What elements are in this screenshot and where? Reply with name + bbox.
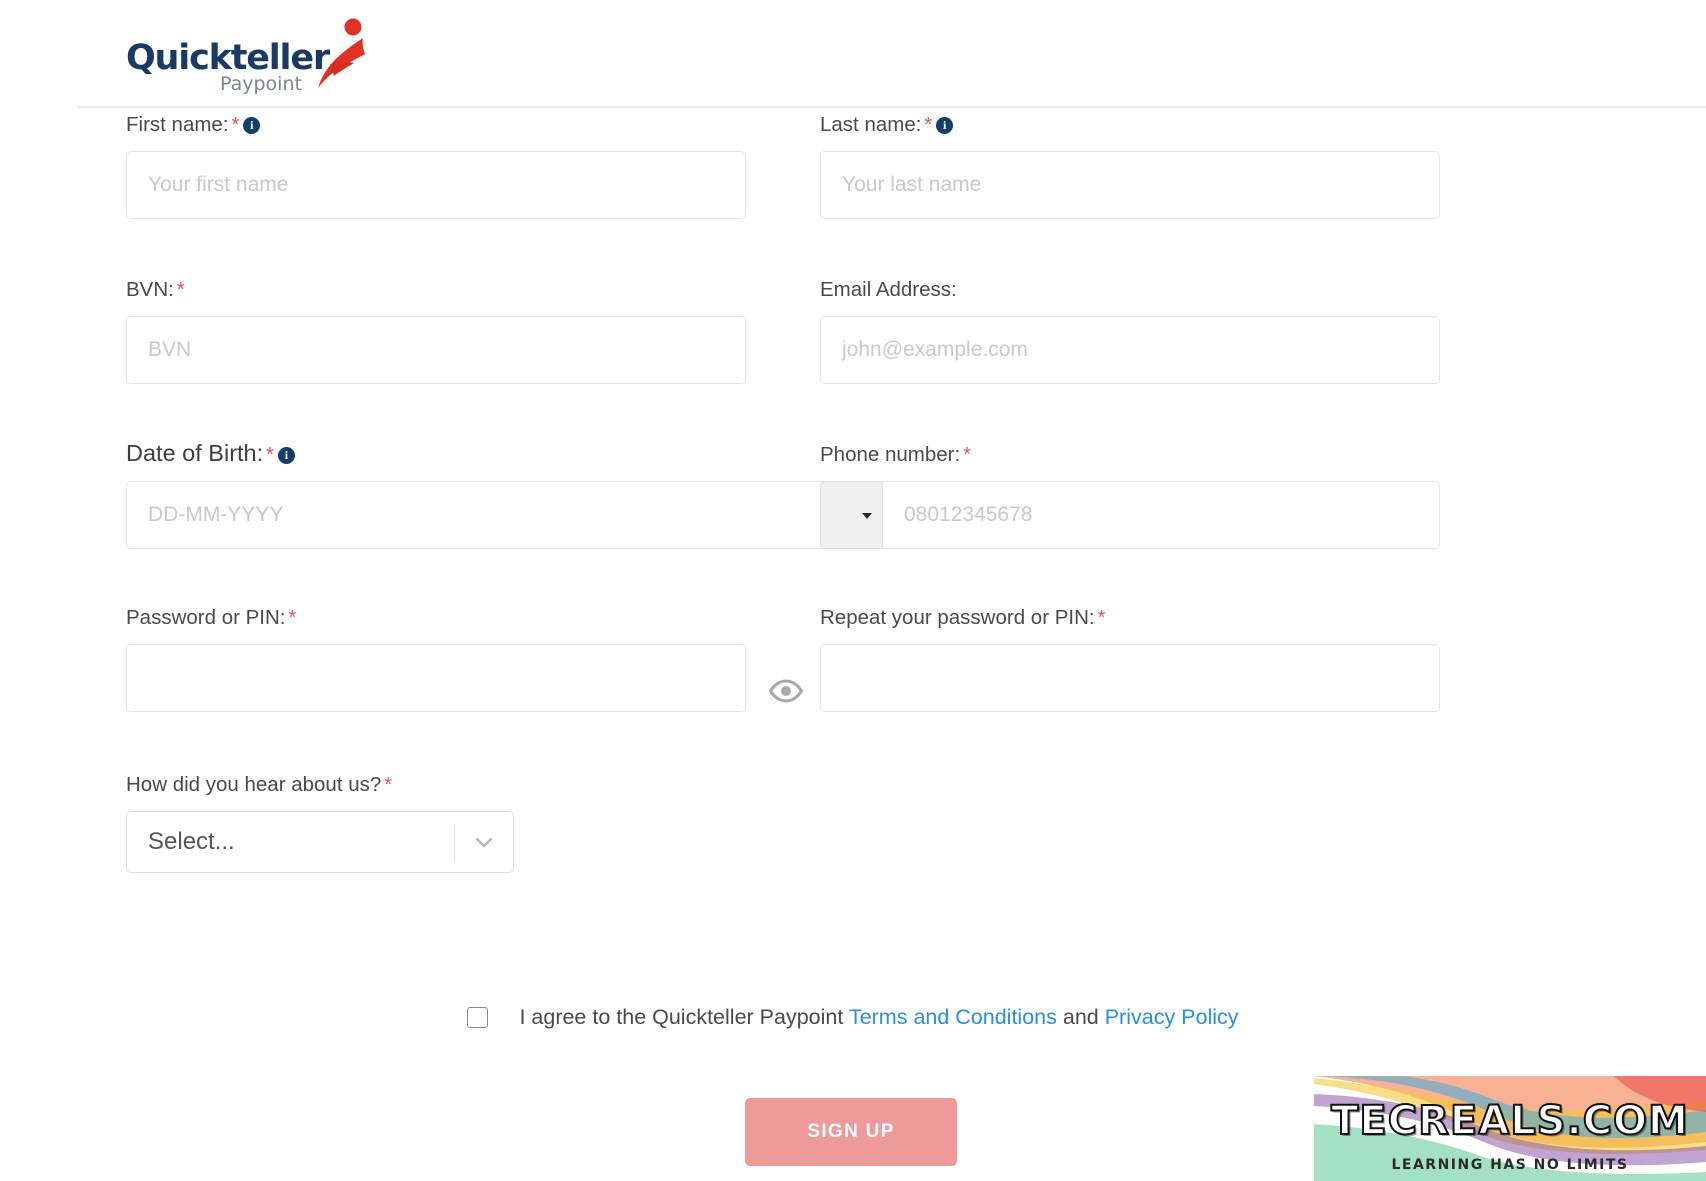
password-label-text: Password or PIN: (126, 606, 286, 629)
signup-page: Quickteller Paypoint First name:*i Last … (0, 0, 1706, 1181)
repeat-password-input[interactable] (820, 644, 1440, 712)
privacy-policy-link[interactable]: Privacy Policy (1105, 1005, 1239, 1029)
terms-conjunction-text: and (1062, 1005, 1099, 1029)
first-name-label: First name: * i (126, 113, 746, 137)
terms-and-conditions-link[interactable]: Terms and Conditions (849, 1005, 1057, 1029)
field-email: Email Address: (820, 278, 1440, 384)
toggle-password-visibility-button[interactable] (768, 678, 804, 704)
terms-agreement-row: I agree to the Quickteller Paypoint Term… (0, 1005, 1706, 1030)
page-header: Quickteller Paypoint (0, 0, 1706, 109)
date-of-birth-info-icon[interactable]: i (277, 447, 295, 464)
logo-subtitle: Paypoint (220, 73, 302, 95)
date-of-birth-required-marker: * (266, 444, 274, 466)
referral-source-label-text: How did you hear about us? (126, 773, 382, 796)
logo-wordmark: Quickteller (126, 38, 330, 78)
email-input[interactable] (820, 316, 1440, 384)
sign-up-button[interactable]: SIGN UP (745, 1098, 957, 1166)
field-referral-source: How did you hear about us? * Select... (126, 773, 686, 873)
field-last-name: Last name: * i (820, 113, 1440, 219)
phone-number-label: Phone number: * (820, 443, 1440, 467)
repeat-password-label: Repeat your password or PIN: * (820, 606, 1440, 630)
field-password: Password or PIN: * (126, 606, 746, 712)
tecreals-watermark: TECREALS.COM LEARNING HAS NO LIMITS (1314, 1076, 1706, 1181)
last-name-required-marker: * (924, 114, 933, 136)
quickteller-swoosh-icon (318, 18, 365, 88)
last-name-info-icon[interactable]: i (936, 117, 954, 134)
phone-number-required-marker: * (963, 444, 971, 466)
last-name-label: Last name: * i (820, 113, 1440, 137)
chevron-down-icon (475, 837, 493, 848)
first-name-required-marker: * (231, 114, 240, 136)
password-label: Password or PIN: * (126, 606, 746, 630)
email-label-text: Email Address: (820, 278, 957, 301)
header-divider (78, 106, 1706, 109)
password-required-marker: * (288, 607, 297, 629)
last-name-input[interactable] (820, 151, 1440, 219)
bvn-required-marker: * (176, 279, 185, 301)
bvn-label-text: BVN: (126, 278, 174, 301)
terms-prefix-text: I agree to the Quickteller Paypoint (519, 1005, 844, 1029)
password-input[interactable] (126, 644, 746, 712)
phone-number-label-text: Phone number: (820, 443, 961, 466)
repeat-password-label-text: Repeat your password or PIN: (820, 606, 1095, 629)
field-repeat-password: Repeat your password or PIN: * (820, 606, 1440, 712)
first-name-info-icon[interactable]: i (243, 117, 261, 134)
chevron-down-icon (862, 513, 872, 519)
referral-source-required-marker: * (384, 774, 393, 796)
referral-source-label: How did you hear about us? * (126, 773, 686, 797)
phone-number-input[interactable] (882, 481, 1440, 549)
field-phone-number: Phone number: * (820, 443, 1440, 549)
terms-agreement-checkbox[interactable] (467, 1007, 489, 1028)
referral-source-selected-value: Select... (148, 828, 235, 855)
field-date-of-birth: Date of Birth: * i (126, 441, 832, 549)
date-of-birth-label-text: Date of Birth: (126, 440, 264, 466)
watermark-tagline: LEARNING HAS NO LIMITS (1391, 1157, 1629, 1173)
field-first-name: First name: * i (126, 113, 746, 219)
referral-source-select[interactable]: Select... (126, 811, 514, 873)
terms-agreement-text: I agree to the Quickteller Paypoint Term… (519, 1005, 1238, 1030)
eye-icon (768, 679, 804, 703)
first-name-input[interactable] (126, 151, 746, 219)
phone-input-group (820, 481, 1440, 549)
repeat-password-required-marker: * (1097, 607, 1106, 629)
field-bvn: BVN: * (126, 278, 746, 384)
bvn-label: BVN: * (126, 278, 746, 302)
watermark-title: TECREALS.COM (1330, 1097, 1689, 1145)
quickteller-paypoint-logo[interactable]: Quickteller Paypoint (126, 18, 366, 95)
last-name-label-text: Last name: (820, 113, 922, 136)
select-divider (454, 825, 455, 861)
first-name-label-text: First name: (126, 113, 229, 136)
country-code-select[interactable] (820, 481, 882, 549)
date-of-birth-label: Date of Birth: * i (126, 441, 832, 467)
bvn-input[interactable] (126, 316, 746, 384)
date-of-birth-input[interactable] (126, 481, 832, 549)
email-label: Email Address: (820, 278, 1440, 302)
